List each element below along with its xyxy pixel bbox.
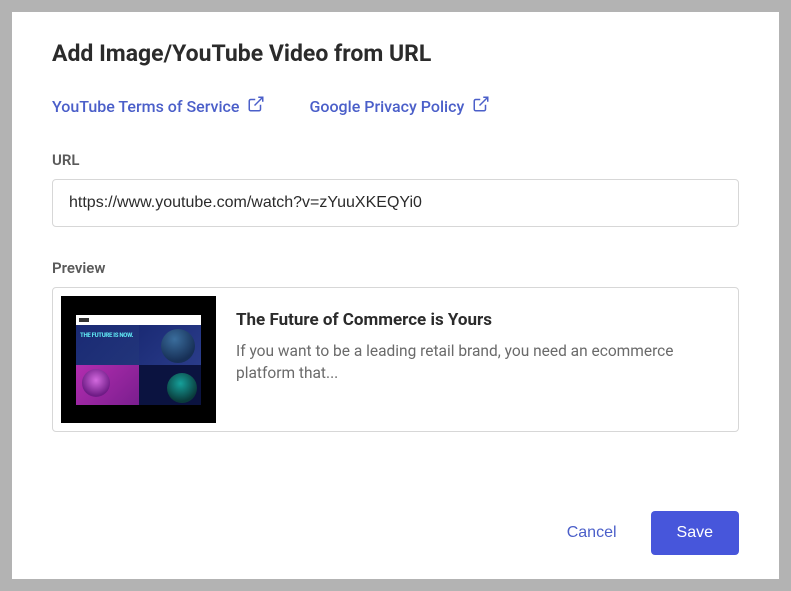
dialog-footer: Cancel Save <box>561 511 739 555</box>
external-link-icon <box>247 95 265 117</box>
video-thumbnail: THE FUTURE IS NOW. <box>61 296 216 423</box>
policy-links-row: YouTube Terms of Service Google Privacy … <box>52 95 739 117</box>
add-media-dialog: Add Image/YouTube Video from URL YouTube… <box>12 12 779 579</box>
preview-text: The Future of Commerce is Yours If you w… <box>236 296 730 385</box>
youtube-tos-label: YouTube Terms of Service <box>52 97 239 116</box>
url-input[interactable] <box>52 179 739 227</box>
external-link-icon <box>472 95 490 117</box>
cancel-button[interactable]: Cancel <box>561 514 623 552</box>
dialog-title: Add Image/YouTube Video from URL <box>52 40 739 67</box>
google-privacy-label: Google Privacy Policy <box>309 97 464 116</box>
thumb-overlay-text: THE FUTURE IS NOW. <box>80 333 133 340</box>
preview-description: If you want to be a leading retail brand… <box>236 340 720 385</box>
save-button[interactable]: Save <box>651 511 739 555</box>
google-privacy-link[interactable]: Google Privacy Policy <box>309 95 490 117</box>
preview-card: THE FUTURE IS NOW. The Future of Commerc… <box>52 287 739 432</box>
preview-title: The Future of Commerce is Yours <box>236 310 720 330</box>
preview-label: Preview <box>52 259 739 277</box>
youtube-tos-link[interactable]: YouTube Terms of Service <box>52 95 265 117</box>
url-label: URL <box>52 151 739 169</box>
